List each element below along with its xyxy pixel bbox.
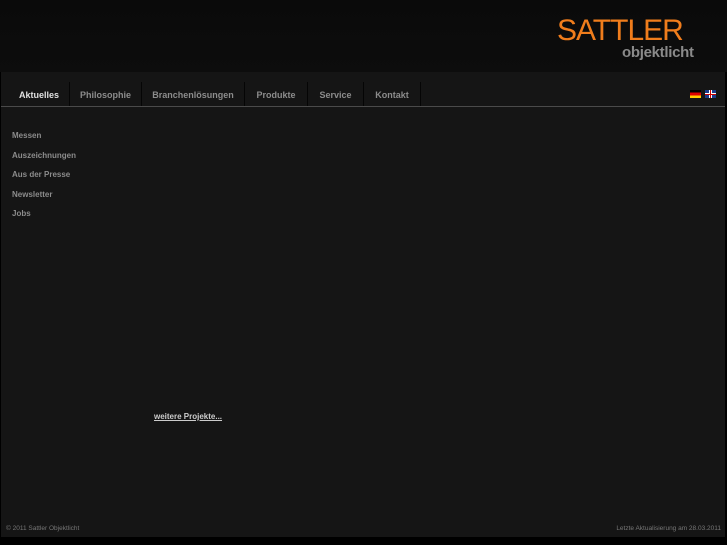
nav-philosophie[interactable]: Philosophie [70, 82, 142, 107]
sidebar-item-newsletter[interactable]: Newsletter [12, 190, 76, 210]
nav-aktuelles[interactable]: Aktuelles [9, 82, 70, 107]
sidebar: Messen Auszeichnungen Aus der Presse New… [12, 131, 76, 229]
sidebar-item-messen[interactable]: Messen [12, 131, 76, 151]
nav-produkte[interactable]: Produkte [245, 82, 308, 107]
sidebar-item-auszeichnungen[interactable]: Auszeichnungen [12, 151, 76, 171]
sidebar-item-jobs[interactable]: Jobs [12, 209, 76, 229]
more-projects-link[interactable]: weitere Projekte... [154, 412, 222, 421]
copyright: © 2011 Sattler Objektlicht [6, 525, 80, 532]
nav-divider [1, 106, 725, 107]
logo-text: SATTLER [557, 14, 684, 47]
last-updated: Letzte Aktualisierung am 28.03.2011 [616, 525, 721, 532]
sidebar-item-presse[interactable]: Aus der Presse [12, 170, 76, 190]
language-switcher [690, 90, 716, 98]
header: SATTLER objektlicht [0, 0, 727, 72]
main-nav: Aktuelles Philosophie Branchenlösungen P… [9, 82, 421, 107]
logo[interactable]: SATTLER objektlicht [557, 14, 694, 62]
logo-subtext: objektlicht [622, 44, 694, 61]
german-flag-icon[interactable] [690, 90, 701, 98]
nav-kontakt[interactable]: Kontakt [364, 82, 421, 107]
nav-service[interactable]: Service [308, 82, 364, 107]
content-panel: Aktuelles Philosophie Branchenlösungen P… [1, 72, 725, 537]
nav-branchenloesungen[interactable]: Branchenlösungen [142, 82, 245, 107]
uk-flag-icon[interactable] [705, 90, 716, 98]
